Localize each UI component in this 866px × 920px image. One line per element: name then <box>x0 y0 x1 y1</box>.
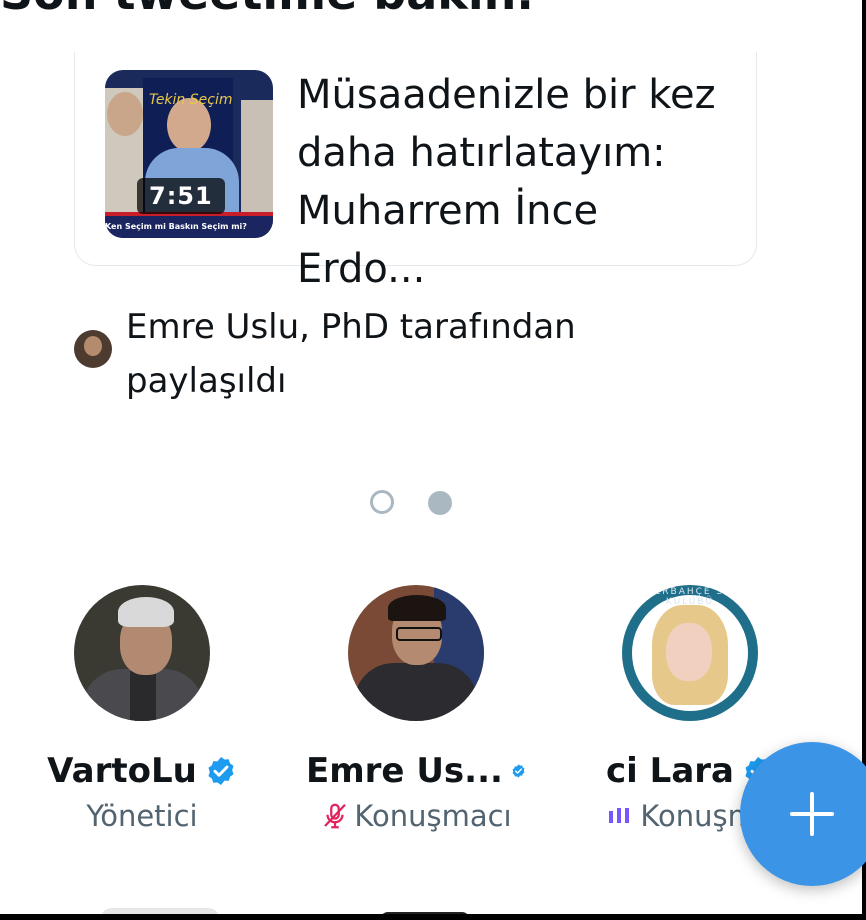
speaking-bars-icon <box>609 808 630 823</box>
compose-button[interactable] <box>740 742 866 886</box>
verified-badge-icon <box>208 757 234 785</box>
verified-badge-icon <box>512 764 525 778</box>
video-duration: 7:51 <box>137 178 225 214</box>
shared-by-row: Emre Uslu, PhD tarafından paylaşıldı <box>74 300 726 408</box>
participant-name: Emre Us... <box>306 751 503 791</box>
participant-role: Yönetici <box>86 799 198 833</box>
shared-by-text: Emre Uslu, PhD tarafından paylaşıldı <box>126 307 576 401</box>
muted-mic-icon <box>324 803 347 829</box>
avatar[interactable] <box>74 330 112 368</box>
avatar-ring-text: FENERBAHÇE SPOR KULÜBÜ <box>631 587 749 607</box>
participant-card[interactable]: VartoLu Yönetici <box>32 585 252 833</box>
tweet-text[interactable]: Müsaadenizle bir kez daha hatırlatayım: … <box>297 66 737 298</box>
thumbnail-overlay-text: Tekin Seçim <box>149 92 233 108</box>
pagination-dots <box>370 490 452 515</box>
avatar[interactable] <box>348 585 484 721</box>
page-dot-1[interactable] <box>370 490 394 514</box>
thumbnail-caption: Ken Seçim mi Baskın Seçim mi? <box>105 216 273 238</box>
avatar[interactable] <box>74 585 210 721</box>
avatar[interactable]: FENERBAHÇE SPOR KULÜBÜ <box>622 585 758 721</box>
participant-card[interactable]: Emre Us... Konuşmacı <box>306 585 526 833</box>
participant-name: VartoLu <box>47 751 197 791</box>
video-thumbnail[interactable]: Tekin Seçim Ken Seçim mi Baskın Seçim mi… <box>105 70 273 238</box>
page-dot-2[interactable] <box>428 491 452 515</box>
participant-role: Konuşmacı <box>354 799 512 833</box>
frame-edge <box>0 914 866 920</box>
page-title: Son tweetime bakın. <box>0 0 534 20</box>
participant-name: ci Lara <box>606 751 734 791</box>
tweet-card[interactable]: Tekin Seçim Ken Seçim mi Baskın Seçim mi… <box>74 52 757 292</box>
